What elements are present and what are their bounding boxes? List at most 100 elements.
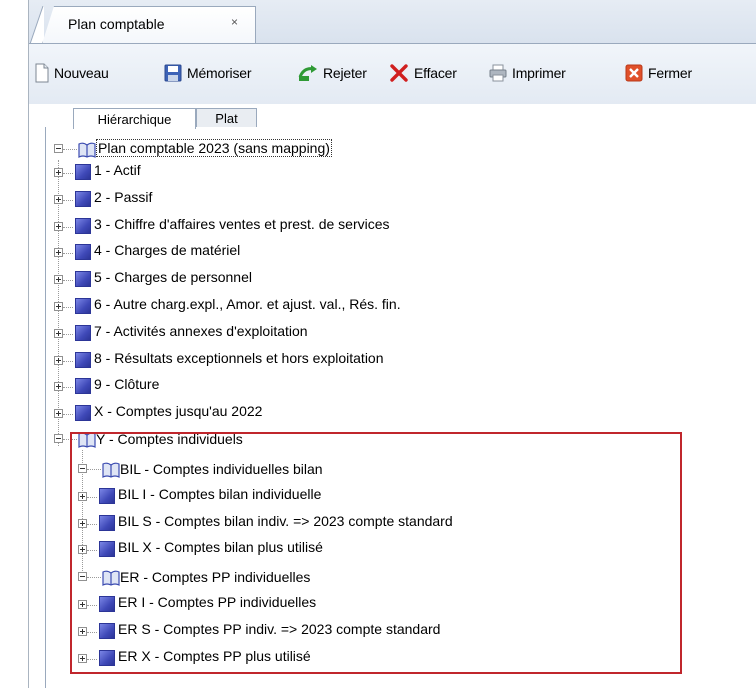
tree-item[interactable]: 8 - Résultats exceptionnels et hors expl… [94,350,384,366]
tree-connector [63,226,73,228]
tree-connector [63,333,73,335]
tree-item[interactable]: 2 - Passif [94,189,152,205]
tree-connector [87,577,101,578]
expand-toggle[interactable] [54,275,63,285]
tab-plat[interactable]: Plat [196,108,257,128]
account-group-icon [75,217,91,234]
tree-root-label[interactable]: Plan comptable 2023 (sans mapping) [96,139,332,157]
nouveau-button[interactable]: Nouveau [35,62,109,84]
expand-toggle[interactable] [78,492,87,501]
delete-icon [390,64,408,82]
account-group-icon [75,298,91,314]
account-group-icon [75,271,91,288]
tree-connector [87,659,97,660]
print-icon [489,64,507,82]
tree-item[interactable]: 6 - Autre charg.expl., Amor. et ajust. v… [94,296,401,312]
tab-hierarchique-label: Hiérarchique [97,111,172,127]
tree-item[interactable]: 1 - Actif [94,162,141,178]
new-document-icon [35,63,49,83]
tab-label: Plan comptable [68,16,165,32]
expand-toggle[interactable] [54,302,63,311]
tree-connector [63,307,73,308]
tree-er-item[interactable]: ER S - Comptes PP indiv. => 2023 compte … [118,621,440,637]
fermer-button[interactable]: Fermer [625,62,692,84]
account-group-icon [99,514,115,531]
book-icon [102,462,120,478]
tree-item[interactable]: 7 - Activités annexes d'exploitation [94,323,308,339]
tree-bil-item[interactable]: BIL I - Comptes bilan individuelle [118,486,321,502]
collapse-y-toggle[interactable] [54,434,63,443]
tree-bil-item[interactable]: BIL X - Comptes bilan plus utilisé [118,539,323,555]
account-group-icon [75,351,91,368]
account-group-icon [99,596,115,612]
account-group-icon [75,378,91,395]
tree-connector [87,469,101,470]
tree-er-item[interactable]: ER I - Comptes PP individuelles [118,594,316,610]
tree-connector [87,523,97,525]
collapse-root-toggle[interactable] [54,144,63,153]
imprimer-label: Imprimer [512,65,566,81]
tree-item[interactable]: X - Comptes jusqu'au 2022 [94,403,262,419]
tree-connector [87,497,97,498]
collapse-bil-toggle[interactable] [78,464,87,473]
account-group-icon [99,650,115,666]
memoriser-button[interactable]: Mémoriser [164,62,252,84]
account-group-icon [75,244,91,261]
reject-icon [298,65,317,81]
tree-bil-group-label[interactable]: BIL - Comptes individuelles bilan [120,461,323,477]
memoriser-label: Mémoriser [187,65,252,81]
tree-connector [63,387,73,389]
tab-close-icon[interactable]: × [231,15,238,29]
expand-toggle[interactable] [78,545,87,554]
tree-y-group-label[interactable]: Y - Comptes individuels [96,431,243,447]
expand-toggle[interactable] [54,355,63,365]
tree-bil-item[interactable]: BIL S - Comptes bilan indiv. => 2023 com… [118,513,453,529]
tree-er-item[interactable]: ER X - Comptes PP plus utilisé [118,648,311,664]
tree-item[interactable]: 9 - Clôture [94,376,159,392]
expand-toggle[interactable] [78,518,87,528]
fermer-label: Fermer [648,65,692,81]
book-icon [102,570,120,586]
effacer-button[interactable]: Effacer [389,62,457,84]
tree-item[interactable]: 5 - Charges de personnel [94,269,252,285]
account-group-icon [99,541,115,557]
expand-toggle[interactable] [54,328,63,338]
tree-connector [63,199,73,201]
account-group-icon [75,405,91,422]
tree-item[interactable]: 3 - Chiffre d'affaires ventes et prest. … [94,216,390,232]
account-group-icon [99,623,115,639]
close-icon [625,64,643,82]
tree-connector [63,360,73,362]
expand-toggle[interactable] [54,382,63,392]
tree-er-group-label[interactable]: ER - Comptes PP individuelles [120,569,310,585]
rejeter-button[interactable]: Rejeter [298,62,367,84]
toolbar: Nouveau Mémoriser Rejeter Effacer Imprim… [29,44,756,104]
expand-toggle[interactable] [54,221,63,231]
tree-connector [63,173,73,174]
tree-connector [63,149,77,150]
book-icon [78,142,96,158]
account-group-icon [99,488,115,504]
collapse-er-toggle[interactable] [78,572,87,581]
expand-toggle[interactable] [54,194,63,204]
expand-toggle[interactable] [54,409,63,419]
tree-connector [63,414,73,416]
left-strip [0,0,28,688]
tree-connector [87,550,97,551]
expand-toggle[interactable] [78,654,87,663]
expand-toggle[interactable] [78,600,87,609]
tree-connector [87,605,97,606]
expand-toggle[interactable] [54,248,63,258]
save-icon [164,64,182,82]
expand-toggle[interactable] [54,168,63,177]
account-group-icon [75,324,91,341]
account-group-icon [75,164,91,180]
rejeter-label: Rejeter [323,65,367,81]
tab-hierarchique[interactable]: Hiérarchique [73,108,196,129]
nouveau-label: Nouveau [54,65,109,81]
tree-item[interactable]: 4 - Charges de matériel [94,242,240,258]
imprimer-button[interactable]: Imprimer [489,62,566,84]
expand-toggle[interactable] [78,627,87,636]
book-icon [78,432,96,448]
tab-plat-label: Plat [215,111,238,126]
